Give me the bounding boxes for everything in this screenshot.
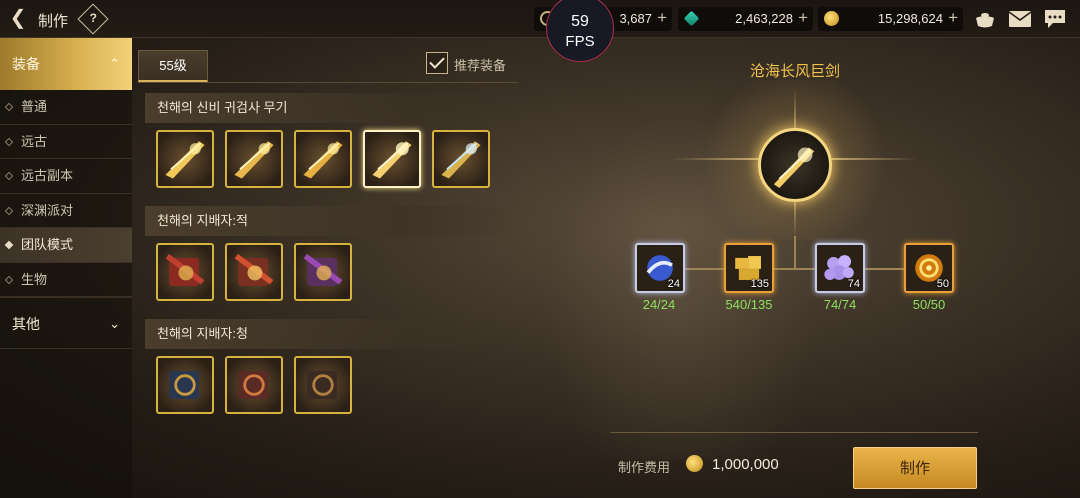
sidebar-item-creature[interactable]: 生物 [0, 263, 132, 297]
material-connector [794, 236, 796, 268]
weapon-slot[interactable] [225, 130, 283, 188]
diamond-bullet-icon [4, 171, 14, 181]
weapon-slot[interactable] [294, 130, 352, 188]
craft-cost-value: 1,000,000 [712, 456, 779, 473]
group-title: 천해의 지배자:청 [145, 319, 519, 349]
gold-coin-icon [686, 455, 703, 472]
material-stack-count: 50 [936, 278, 949, 290]
page-title: 制作 [38, 13, 69, 30]
category-sidebar: 装备 ⌃ 普通 远古 远古副本 深渊派对 团队模式 生物 其他 ⌄ [0, 38, 132, 498]
material-progress: 50/50 [912, 297, 946, 312]
gem-currency-value: 2,463,228 [735, 11, 793, 26]
sidebar-item-label: 深渊派对 [21, 202, 74, 218]
back-arrow-icon[interactable]: ❮ [6, 7, 30, 31]
gem-currency-add-button[interactable]: + [798, 8, 808, 28]
sidebar-item-abyss-party[interactable]: 深渊派对 [0, 194, 132, 228]
category-equipment-label: 装备 [12, 56, 40, 72]
gold-coin-icon [824, 11, 839, 26]
ring-currency-value: 3,687 [619, 11, 652, 26]
pot-icon[interactable] [973, 8, 997, 30]
recommend-checkbox[interactable] [426, 52, 448, 74]
category-equipment[interactable]: 装备 ⌃ [0, 38, 132, 90]
selected-item-name: 沧海长风巨剑 [749, 63, 840, 80]
weapon-slot[interactable] [156, 130, 214, 188]
material-stack-count: 135 [750, 278, 769, 290]
greatsword-icon [441, 141, 481, 179]
help-button[interactable]: ? [77, 3, 109, 35]
material-progress: 24/24 [642, 297, 676, 312]
material-slot[interactable]: 50 [904, 243, 954, 293]
diamond-bullet-icon [4, 137, 14, 146]
red-box-icon [234, 253, 274, 286]
sidebar-item-label: 远古 [21, 133, 48, 149]
gold-currency-value: 15,298,624 [877, 11, 943, 26]
gem-currency: 2,463,228 + [678, 7, 813, 31]
sidebar-item-ancient[interactable]: 远古 [0, 125, 132, 159]
weapon-slot[interactable] [432, 130, 490, 188]
cost-divider [610, 432, 978, 433]
material-slot[interactable]: 135 [724, 243, 774, 293]
material-box-slot[interactable] [225, 243, 283, 301]
material-slot[interactable]: 74 [815, 243, 865, 293]
sidebar-item-ancient-dungeon[interactable]: 远古副本 [0, 159, 132, 194]
blue-box-icon [169, 371, 199, 399]
category-other-label: 其他 [12, 316, 40, 332]
purple-box-icon [303, 253, 343, 286]
sidebar-item-label: 生物 [21, 271, 48, 287]
material-slot[interactable]: 24 [635, 243, 685, 293]
recommend-label: 推荐装备 [454, 58, 507, 73]
material-stack-count: 24 [667, 278, 680, 290]
gold-currency-add-button[interactable]: + [948, 8, 958, 28]
category-other[interactable]: 其他 ⌄ [0, 297, 132, 349]
material-box-slot[interactable] [156, 243, 214, 301]
material-stack-count: 74 [847, 278, 860, 290]
selected-item-icon[interactable] [758, 128, 832, 202]
material-progress: 74/74 [823, 297, 857, 312]
blue-box-icon [307, 371, 337, 399]
ring-currency-add-button[interactable]: + [657, 8, 667, 28]
group-title: 천해의 지배자:적 [145, 206, 519, 236]
sidebar-item-label: 团队模式 [21, 237, 74, 252]
checkmark-icon [429, 53, 445, 69]
material-progress: 540/135 [725, 297, 773, 312]
sidebar-item-label: 远古副本 [21, 168, 74, 183]
greatsword-icon [773, 147, 815, 188]
mail-icon[interactable] [1008, 8, 1032, 30]
red-box-icon [165, 253, 205, 286]
weapon-slot-selected[interactable] [363, 130, 421, 188]
greatsword-icon [303, 141, 343, 179]
sidebar-item-raid-mode[interactable]: 团队模式 [0, 228, 132, 263]
top-bar: ❮ 制作 ? 3,687 + 2,463,228 + 15,298,624 + [0, 0, 1080, 38]
greatsword-icon [234, 141, 274, 179]
greatsword-icon [372, 141, 412, 179]
material-box-slot[interactable] [225, 356, 283, 414]
level-tab-55[interactable]: 55级 [138, 50, 208, 82]
diamond-bullet-icon [4, 275, 14, 284]
diamond-bullet-icon [4, 102, 14, 112]
diamond-bullet-icon [4, 240, 14, 250]
red-box-icon [238, 371, 268, 399]
craft-button[interactable]: 制作 [853, 447, 977, 489]
chevron-down-icon: ⌄ [109, 316, 120, 331]
help-icon: ? [89, 11, 98, 26]
tab-divider [138, 82, 518, 83]
sidebar-item-normal[interactable]: 普通 [0, 90, 132, 125]
fps-counter: 59 FPS [546, 0, 614, 62]
material-box-slot[interactable] [294, 356, 352, 414]
greatsword-icon [165, 141, 205, 179]
fps-label: FPS [565, 33, 595, 50]
chevron-up-icon: ⌃ [109, 56, 120, 71]
material-box-slot[interactable] [156, 356, 214, 414]
group-title: 천해의 신비 귀검사 무기 [145, 93, 519, 123]
diamond-bullet-icon [4, 206, 14, 215]
craft-cost-label: 制作费用 [618, 460, 671, 475]
chat-icon[interactable] [1043, 8, 1067, 30]
sidebar-item-label: 普通 [21, 99, 48, 114]
gold-currency: 15,298,624 + [818, 7, 963, 31]
gem-currency-icon [683, 10, 700, 27]
material-connector [660, 268, 930, 270]
fps-value: 59 [571, 13, 589, 30]
material-box-slot[interactable] [294, 243, 352, 301]
